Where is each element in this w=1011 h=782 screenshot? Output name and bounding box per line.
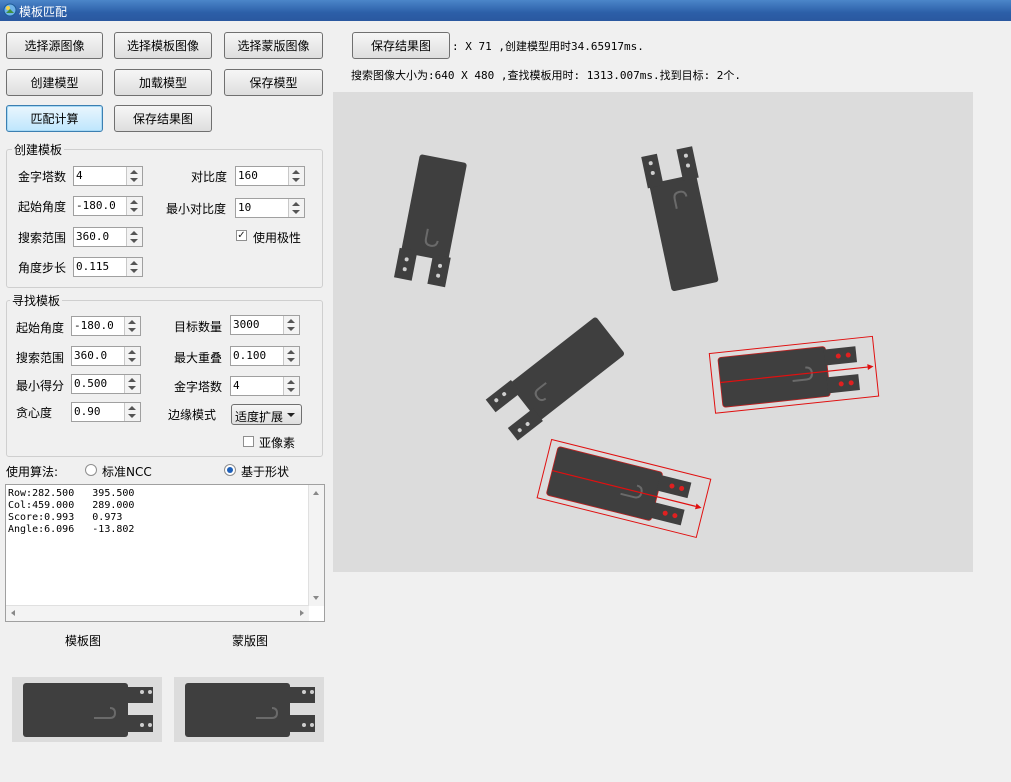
search-image-canvas[interactable] — [333, 92, 973, 572]
scroll-down-icon[interactable] — [313, 596, 319, 600]
min-score-value: 0.500 — [74, 377, 108, 390]
create-start-angle-spinbox[interactable]: -180.0 — [73, 196, 143, 216]
spin-arrows-icon[interactable] — [124, 375, 140, 393]
app-icon — [3, 3, 17, 17]
spin-arrows-icon[interactable] — [124, 403, 140, 421]
spin-arrows-icon[interactable] — [283, 377, 299, 395]
template-preview-image — [12, 677, 162, 742]
template-preview-label: 模板图 — [65, 634, 102, 648]
chevron-down-icon — [287, 413, 295, 417]
edge-mode-value: 适度扩展 — [235, 410, 284, 424]
max-overlap-label: 最大重叠 — [174, 351, 223, 365]
spin-arrows-icon[interactable] — [124, 317, 140, 335]
contrast-label: 对比度 — [191, 170, 228, 184]
search-status-text: 搜索图像大小为:640 X 480 ,查找模板用时: 1313.007ms.找到… — [351, 69, 742, 82]
subpixel-label: 亚像素 — [259, 436, 296, 450]
min-score-spinbox[interactable]: 0.500 — [71, 374, 141, 394]
results-text: Row:282.500 395.500 Col:459.000 289.000 … — [8, 488, 135, 535]
find-search-range-spinbox[interactable]: 360.0 — [71, 346, 141, 366]
spin-arrows-icon[interactable] — [283, 347, 299, 365]
spin-arrows-icon[interactable] — [126, 167, 142, 185]
greedy-label: 贪心度 — [16, 406, 53, 420]
target-count-value: 3000 — [233, 318, 260, 331]
spin-arrows-icon[interactable] — [126, 258, 142, 276]
min-contrast-label: 最小对比度 — [166, 202, 227, 216]
target-count-spinbox[interactable]: 3000 — [230, 315, 300, 335]
create-pyramid-spinbox[interactable]: 4 — [73, 166, 143, 186]
find-pyramid-spinbox[interactable]: 4 — [230, 376, 300, 396]
find-pyramid-label: 金字塔数 — [174, 380, 223, 394]
polarity-label: 使用极性 — [253, 231, 302, 245]
angle-step-spinbox[interactable]: 0.115 — [73, 257, 143, 277]
spin-arrows-icon[interactable] — [124, 347, 140, 365]
max-overlap-value: 0.100 — [233, 349, 267, 362]
spin-arrows-icon[interactable] — [126, 228, 142, 246]
ncc-radio[interactable] — [85, 464, 97, 476]
scroll-left-icon[interactable] — [11, 610, 15, 616]
window-title: 模板匹配 — [19, 5, 68, 19]
spin-arrows-icon[interactable] — [288, 167, 304, 185]
shape-radio[interactable] — [224, 464, 236, 476]
greedy-value: 0.90 — [74, 405, 101, 418]
find-template-group-title: 寻找模板 — [10, 292, 63, 309]
mask-preview-label: 蒙版图 — [232, 634, 269, 648]
horizontal-scrollbar[interactable] — [6, 605, 309, 621]
model-status-text: : X 71 ,创建模型用时34.65917ms. — [452, 40, 644, 53]
edge-mode-label: 边缘模式 — [168, 408, 217, 422]
polarity-checkbox[interactable]: ✓ — [236, 230, 247, 241]
contrast-spinbox[interactable]: 160 — [235, 166, 305, 186]
create-pyramid-label: 金字塔数 — [18, 170, 67, 184]
scroll-right-icon[interactable] — [300, 610, 304, 616]
max-overlap-spinbox[interactable]: 0.100 — [230, 346, 300, 366]
angle-step-value: 0.115 — [76, 260, 110, 273]
subpixel-checkbox[interactable] — [243, 436, 254, 447]
spin-arrows-icon[interactable] — [126, 197, 142, 215]
ncc-label: 标准NCC — [102, 465, 152, 479]
create-pyramid-value: 4 — [76, 169, 83, 182]
find-search-range-label: 搜索范围 — [16, 351, 65, 365]
select-template-image-button[interactable]: 选择模板图像 — [114, 32, 212, 59]
select-mask-image-button[interactable]: 选择蒙版图像 — [224, 32, 323, 59]
min-contrast-value: 10 — [238, 201, 252, 214]
create-start-angle-value: -180.0 — [76, 199, 116, 212]
create-search-range-spinbox[interactable]: 360.0 — [73, 227, 143, 247]
select-source-image-button[interactable]: 选择源图像 — [6, 32, 103, 59]
spin-arrows-icon[interactable] — [288, 199, 304, 217]
create-search-range-label: 搜索范围 — [18, 231, 67, 245]
create-model-button[interactable]: 创建模型 — [6, 69, 103, 96]
mask-preview-image — [174, 677, 324, 742]
find-pyramid-value: 4 — [233, 379, 240, 392]
load-model-button[interactable]: 加载模型 — [114, 69, 212, 96]
create-template-group-title: 创建模板 — [12, 141, 65, 158]
save-result-image-top-button[interactable]: 保存结果图 — [352, 32, 450, 59]
vertical-scrollbar[interactable] — [308, 485, 324, 606]
greedy-spinbox[interactable]: 0.90 — [71, 402, 141, 422]
find-search-range-value: 360.0 — [74, 349, 108, 362]
target-count-label: 目标数量 — [174, 320, 223, 334]
create-search-range-value: 360.0 — [76, 230, 110, 243]
algorithm-label: 使用算法: — [6, 465, 59, 479]
match-compute-button[interactable]: 匹配计算 — [6, 105, 103, 132]
title-bar: 模板匹配 — [0, 0, 1011, 21]
save-model-button[interactable]: 保存模型 — [224, 69, 323, 96]
find-start-angle-spinbox[interactable]: -180.0 — [71, 316, 141, 336]
scroll-up-icon[interactable] — [313, 491, 319, 495]
find-start-angle-value: -180.0 — [74, 319, 114, 332]
min-contrast-spinbox[interactable]: 10 — [235, 198, 305, 218]
results-textbox[interactable]: Row:282.500 395.500 Col:459.000 289.000 … — [5, 484, 325, 622]
shape-label: 基于形状 — [241, 465, 290, 479]
edge-mode-dropdown[interactable]: 适度扩展 — [231, 404, 302, 425]
find-start-angle-label: 起始角度 — [16, 321, 65, 335]
angle-step-label: 角度步长 — [18, 261, 67, 275]
create-start-angle-label: 起始角度 — [18, 200, 67, 214]
spin-arrows-icon[interactable] — [283, 316, 299, 334]
save-result-image-button[interactable]: 保存结果图 — [114, 105, 212, 132]
check-icon: ✓ — [237, 230, 246, 241]
min-score-label: 最小得分 — [16, 379, 65, 393]
contrast-value: 160 — [238, 169, 258, 182]
